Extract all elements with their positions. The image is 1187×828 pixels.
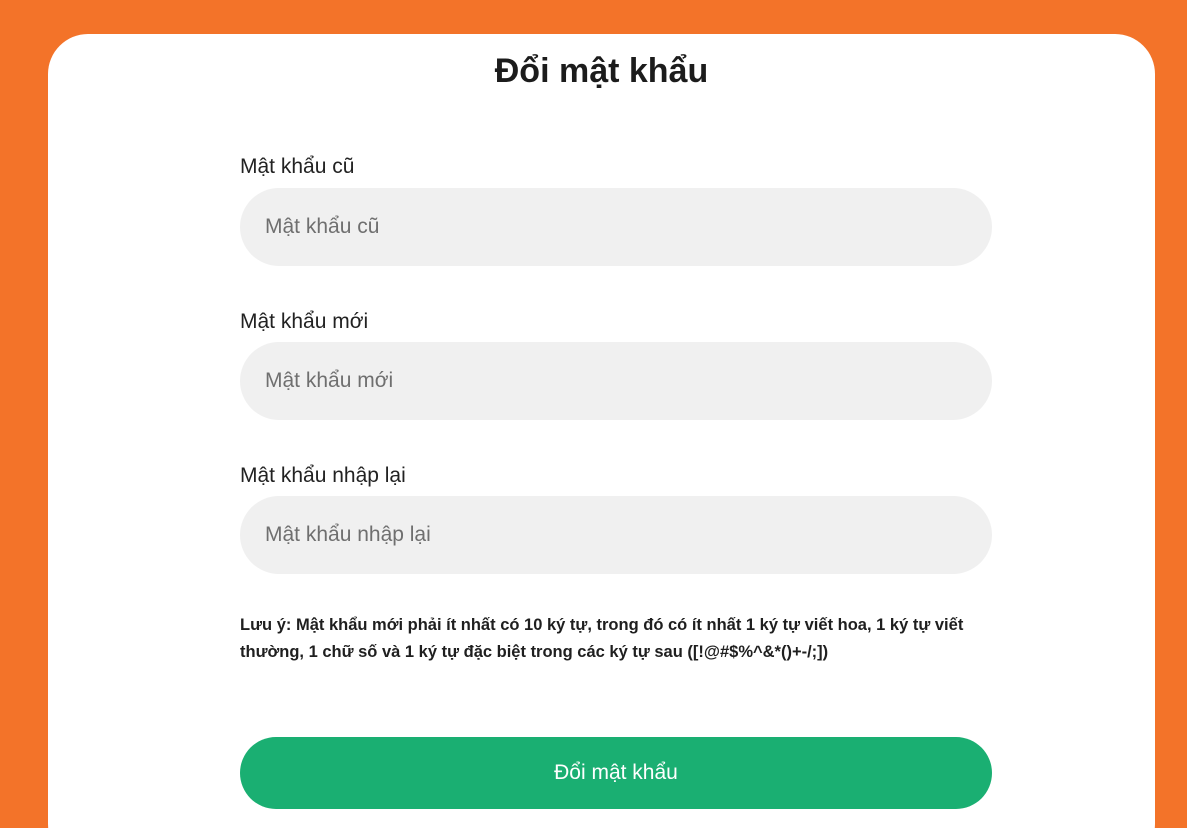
confirm-password-input[interactable]: Mật khẩu nhập lại (240, 496, 992, 574)
new-password-input[interactable]: Mật khẩu mới (240, 342, 992, 420)
old-password-placeholder: Mật khẩu cũ (265, 215, 380, 238)
change-password-button-label: Đổi mật khẩu (554, 761, 678, 784)
old-password-input[interactable]: Mật khẩu cũ (240, 188, 992, 266)
page-title: Đổi mật khẩu (494, 52, 709, 90)
confirm-password-label: Mật khẩu nhập lại (240, 464, 406, 487)
change-password-card: Đổi mật khẩu Mật khẩu cũ Mật khẩu cũ Mật… (48, 34, 1155, 828)
change-password-button[interactable]: Đổi mật khẩu (240, 737, 992, 809)
new-password-label: Mật khẩu mới (240, 310, 369, 333)
old-password-label: Mật khẩu cũ (240, 155, 355, 178)
new-password-placeholder: Mật khẩu mới (265, 369, 394, 392)
password-requirements-note: Lưu ý: Mật khẩu mới phải ít nhất có 10 k… (240, 616, 964, 661)
confirm-password-placeholder: Mật khẩu nhập lại (265, 523, 431, 546)
